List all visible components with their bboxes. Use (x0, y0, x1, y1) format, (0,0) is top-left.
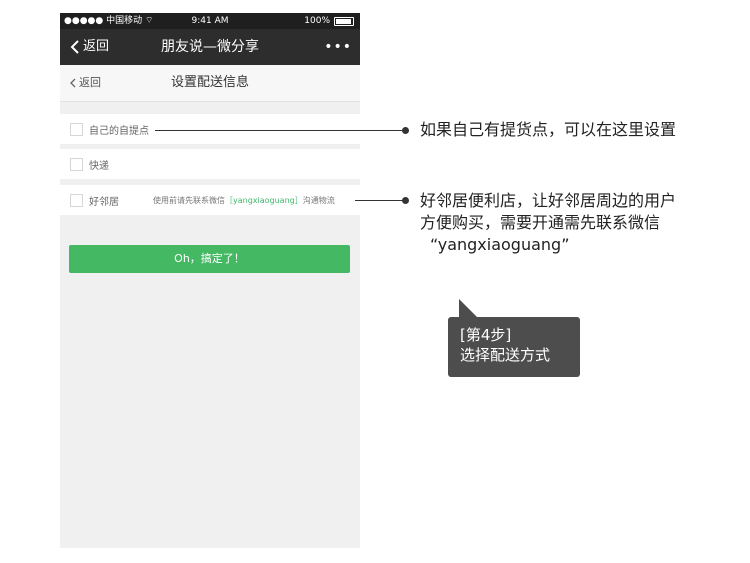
annotation-leader-line (355, 200, 405, 201)
option-express[interactable]: 快递 (60, 149, 360, 179)
step-callout: [第4步] 选择配送方式 (448, 317, 580, 377)
wechat-id-highlight: ［yangxiaoguang］ (225, 195, 303, 205)
annotation-neighbor-line2: 方便购买，需要开通需先联系微信 (420, 213, 661, 232)
note-suffix: 沟通物流 (302, 195, 335, 205)
annotation-dot (402, 127, 409, 134)
option-label: 自己的自提点 (89, 125, 149, 137)
battery-percent: 100% (304, 16, 330, 26)
note-prefix: 使用前请先联系微信 (153, 195, 225, 205)
page-nav-bar: 返回 设置配送信息 (60, 65, 360, 102)
battery-icon (334, 16, 354, 26)
option-good-neighbor[interactable]: 好邻居 使用前请先联系微信［yangxiaoguang］沟通物流 (60, 185, 360, 215)
battery-status: 100% (304, 13, 354, 29)
checkbox[interactable] (70, 122, 83, 136)
checkbox[interactable] (70, 193, 83, 207)
annotation-neighbor-line3: “yangxiaoguang” (430, 235, 570, 254)
option-self-pickup[interactable]: 自己的自提点 (60, 114, 360, 144)
wechat-nav-bar: 返回 朋友说—微分享 ••• (60, 29, 360, 65)
status-bar: ●●●●● 中国移动 ⌔ 9:41 AM 100% (60, 13, 360, 29)
callout-text: 选择配送方式 (460, 346, 551, 364)
wechat-back-label: 返回 (83, 39, 110, 54)
checkbox[interactable] (70, 157, 83, 171)
page-back-label: 返回 (79, 76, 101, 89)
annotation-neighbor-line1: 好邻居便利店，让好邻居周边的用户 (420, 191, 677, 210)
callout-step: [第4步] (460, 326, 512, 344)
annotation-leader-line (155, 130, 405, 131)
chevron-left-icon (70, 40, 79, 54)
option-label: 好邻居 (89, 196, 119, 208)
phone-screen: ●●●●● 中国移动 ⌔ 9:41 AM 100% 返回 朋友说—微分享 •••… (60, 13, 360, 548)
annotation-self-pickup: 如果自己有提货点，可以在这里设置 (420, 120, 677, 139)
chevron-left-icon (70, 78, 76, 88)
option-note: 使用前请先联系微信［yangxiaoguang］沟通物流 (153, 195, 335, 206)
more-dots-icon[interactable]: ••• (324, 29, 352, 65)
callout-tail (459, 299, 477, 317)
page-back-button[interactable]: 返回 (70, 65, 101, 101)
confirm-button[interactable]: Oh，搞定了！ (69, 245, 350, 273)
annotation-dot (402, 197, 409, 204)
page-title: 设置配送信息 (170, 75, 249, 90)
option-label: 快递 (89, 160, 109, 172)
wechat-back-button[interactable]: 返回 (70, 29, 109, 65)
